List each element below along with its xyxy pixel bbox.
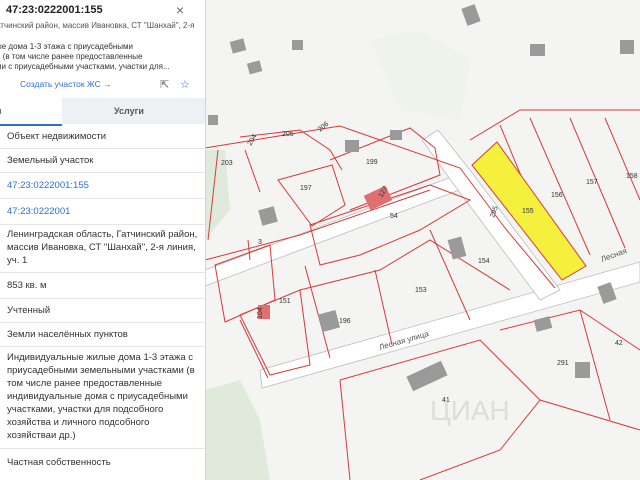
parcel-number-label: 154 bbox=[478, 258, 490, 265]
parcel-address-short: атчинский район, массив Ивановка, СТ "Ша… bbox=[0, 21, 195, 30]
row-area: 853 кв. м bbox=[0, 272, 205, 299]
tab-services-label: Услуги bbox=[114, 106, 144, 116]
parcel-number-label: 104 bbox=[257, 307, 264, 319]
tab-info-label: я bbox=[0, 106, 1, 116]
parcel-number-label: 54 bbox=[390, 213, 398, 220]
row-address: Ленинградская область, Гатчинский район,… bbox=[0, 224, 205, 273]
row-status: Учтенный bbox=[0, 298, 205, 323]
parcel-info-panel: 47:23:0222001:155 × атчинский район, мас… bbox=[0, 0, 206, 480]
watermark: ЦИАН bbox=[430, 395, 510, 426]
parcel-number-label: 3 bbox=[258, 239, 262, 246]
description-line: и (в том числе ранее предоставленные bbox=[0, 52, 143, 61]
row-text: 853 кв. м bbox=[7, 280, 47, 291]
row-text: Учтенный bbox=[7, 305, 51, 316]
parcel-description: ые дома 1-3 этажа с приусадебными и (в т… bbox=[0, 42, 196, 72]
parcel-title: 47:23:0222001:155 bbox=[6, 4, 103, 16]
share-icon[interactable]: ⇱ bbox=[160, 78, 169, 91]
tab-services[interactable]: Услуги bbox=[62, 98, 205, 124]
parcel-number-label: 157 bbox=[586, 179, 598, 186]
cadastral-number-link[interactable]: 47:23:0222001:155 bbox=[7, 179, 201, 192]
parcel-number-label: 42 bbox=[615, 340, 623, 347]
description-line: ми с приусадебными участками, участки дл… bbox=[0, 62, 170, 71]
parcel-number-label: 197 bbox=[300, 185, 312, 192]
parcel-number-label: 291 bbox=[557, 360, 569, 367]
parcel-number-label: 153 bbox=[415, 287, 427, 294]
cadastral-quarter-link[interactable]: 47:23:0222001 bbox=[7, 205, 201, 218]
parcel-number-label: 155 bbox=[522, 208, 534, 215]
parcel-number-label: 205 bbox=[282, 131, 294, 138]
row-permitted-use: Индивидуальные жилые дома 1-3 этажа с пр… bbox=[0, 346, 205, 449]
row-text: Земли населённых пунктов bbox=[7, 329, 128, 340]
row-text: Ленинградская область, Гатчинский район,… bbox=[7, 229, 198, 266]
description-line: ые дома 1-3 этажа с приусадебными bbox=[0, 42, 134, 51]
parcel-number-label: 203 bbox=[221, 160, 233, 167]
parcel-number-label: 196 bbox=[339, 318, 351, 325]
row-text: Частная собственность bbox=[7, 457, 111, 468]
close-icon[interactable]: × bbox=[176, 2, 184, 18]
parcel-number-label: 151 bbox=[279, 298, 291, 305]
row-quarter[interactable]: 47:23:0222001 bbox=[0, 198, 205, 225]
row-category: Земли населённых пунктов bbox=[0, 322, 205, 347]
parcel-number-label: 199 bbox=[366, 159, 378, 166]
row-kind: Земельный участок bbox=[0, 148, 205, 173]
tab-info[interactable]: я bbox=[0, 98, 62, 126]
row-text: Объект недвижимости bbox=[7, 131, 107, 142]
parcel-number-label: 158 bbox=[626, 173, 638, 180]
panel-tabs: я Услуги bbox=[0, 98, 205, 126]
row-cadastral-number[interactable]: 47:23:0222001:155 bbox=[0, 172, 205, 199]
create-plot-link[interactable]: Создать участок ЖС → bbox=[20, 79, 112, 89]
row-ownership: Частная собственность bbox=[0, 448, 205, 480]
parcel-number-label: 156 bbox=[551, 192, 563, 199]
row-text: Земельный участок bbox=[7, 155, 94, 166]
star-icon[interactable]: ☆ bbox=[180, 78, 190, 91]
row-text: Индивидуальные жилые дома 1-3 этажа с пр… bbox=[7, 352, 195, 441]
row-object-type: Объект недвижимости bbox=[0, 124, 205, 149]
